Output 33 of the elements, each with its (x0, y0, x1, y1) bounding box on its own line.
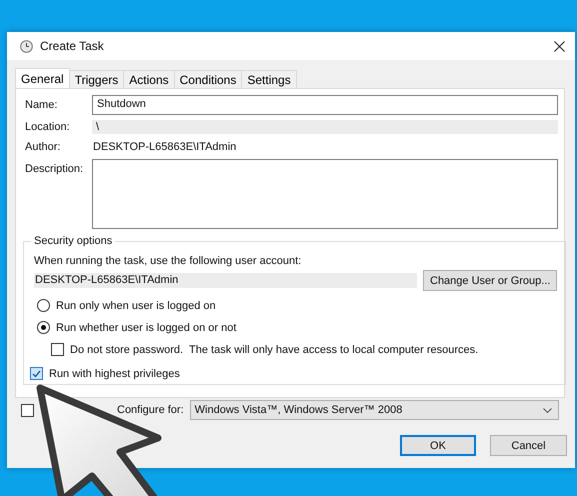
prompt-text: When running the task, use the following user account: (34, 255, 302, 267)
cancel-button[interactable]: Cancel (490, 435, 567, 456)
checkbox[interactable] (30, 367, 43, 380)
field-label: Location: (25, 121, 71, 133)
field-label: Description: (25, 162, 84, 175)
author-value: DESKTOP-L65863E\ITAdmin (92, 141, 238, 153)
change-user-button[interactable]: Change User or Group... (423, 270, 558, 291)
location-field: \ (92, 120, 558, 134)
tab[interactable]: Triggers (68, 70, 124, 88)
checkbox[interactable] (21, 404, 34, 416)
field-label: Name: (25, 99, 58, 111)
account-field: DESKTOP-L65863E\ITAdmin (34, 273, 417, 288)
field-label: Author: (25, 141, 62, 153)
group-legend: Security options (31, 235, 116, 247)
chevron-icon (543, 408, 552, 412)
clock-icon (20, 40, 33, 52)
option-label: Run with highest privileges (49, 368, 180, 380)
window-title: Create Task (40, 39, 105, 53)
option-label: Run only when user is logged on (56, 300, 216, 312)
ok-button[interactable]: OK (400, 435, 476, 456)
description-field[interactable] (92, 159, 558, 229)
option-label: Do not store password. The task will only have access to local computer resources. (70, 344, 478, 356)
option-label: Run whether user is logged on or not (56, 322, 236, 334)
radio-button[interactable] (37, 299, 50, 312)
tab[interactable]: General (15, 68, 70, 88)
close-button[interactable] (551, 38, 567, 54)
name-field[interactable]: Shutdown (92, 95, 558, 115)
radio-button[interactable] (37, 321, 50, 334)
checkbox[interactable] (51, 343, 64, 356)
configure-label: Configure for: (117, 404, 184, 416)
configure-dropdown[interactable]: Windows Vista™, Windows Server™ 2008 (190, 400, 559, 420)
tab[interactable]: Settings (241, 70, 297, 88)
check-icon (32, 370, 41, 378)
